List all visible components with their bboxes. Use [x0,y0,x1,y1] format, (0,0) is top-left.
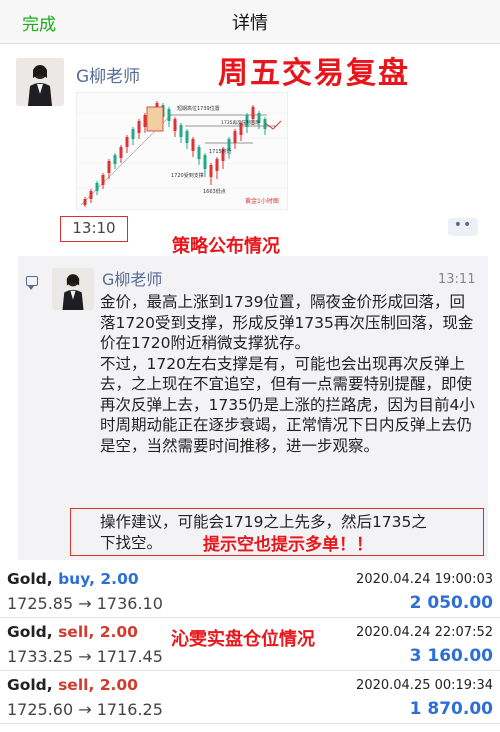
bottom-strip [0,724,500,732]
avatar-person-icon [16,58,64,106]
positions-label: 沁雯实盘仓位情况 [171,629,315,650]
page-title: 详情 [232,13,268,34]
trade-prices: 1725.85 → 1736.10 [7,594,163,613]
chart-annotation-1715: 1715附近 [209,148,232,155]
advice-highlight-label: 提示空也提示多单！！ [203,535,373,555]
trade-date: 2020.04.25 00:19:34 [356,678,493,693]
gold-chart-image[interactable]: 1720受到支撑 短期高位1739位置 1735再次压制回落 1715附近 16… [76,92,288,210]
more-options-button[interactable]: •• [448,218,478,236]
trade-profit: 2 050.00 [409,593,493,613]
comment-author-name[interactable]: G柳老师 [102,266,162,290]
trade-profit: 1 870.00 [409,699,493,719]
post-time: 13:10 [60,216,128,242]
navigation-bar: 完成 详情 [0,0,500,44]
trade-profit: 3 160.00 [409,646,493,666]
strategy-label: 策略公布情况 [172,236,280,257]
author-avatar[interactable] [16,58,64,106]
avatar-person-icon [52,268,94,310]
commenter-avatar[interactable] [52,268,94,310]
comment-paragraph-2: 不过，1720左右支撑是有，可能也会出现再次反弹上去，之上现在不宜追空，但有一点… [100,354,475,455]
chart-annotation-1739: 短期高位1739位置 [177,105,220,112]
chart-annotation-1735: 1735再次压制回落 [221,119,260,126]
trade-direction: sell, 2.00 [58,676,138,694]
comment-icon [26,276,38,290]
trade-direction: buy, 2.00 [58,570,139,588]
trade-row[interactable]: Gold, buy, 2.00 2020.04.24 19:00:03 1725… [0,562,500,618]
chart-annotation-1720: 1720受到支撑 [171,172,204,179]
trade-date: 2020.04.24 19:00:03 [356,572,493,587]
post-author-name[interactable]: G柳老师 [76,62,140,87]
comment-body: 金价，最高上涨到1739位置，隔夜金价形成回落，回落1720受到支撑，形成反弹1… [100,292,480,456]
weekly-review-title: 周五交易复盘 [218,56,410,91]
trade-symbol: Gold, sell, 2.00 [7,623,138,641]
trade-symbol: Gold, sell, 2.00 [7,676,138,694]
trade-prices: 1725.60 → 1716.25 [7,700,163,719]
comment-paragraph-1: 金价，最高上涨到1739位置，隔夜金价形成回落，回落1720受到支撑，形成反弹1… [100,293,474,352]
trade-prices: 1733.25 → 1717.45 [7,647,163,666]
chart-annotation-low: 1663低点 [203,188,226,195]
comment-time: 13:11 [438,272,476,287]
trade-symbol: Gold, buy, 2.00 [7,570,139,588]
trade-row[interactable]: Gold, sell, 2.00 2020.04.25 00:19:34 172… [0,668,500,724]
candlestick-chart: 1720受到支撑 短期高位1739位置 1735再次压制回落 1715附近 16… [77,101,287,207]
chart-caption: 黄金1小时图 [245,197,279,205]
trade-direction: sell, 2.00 [58,623,138,641]
trade-date: 2020.04.24 22:07:52 [356,625,493,640]
